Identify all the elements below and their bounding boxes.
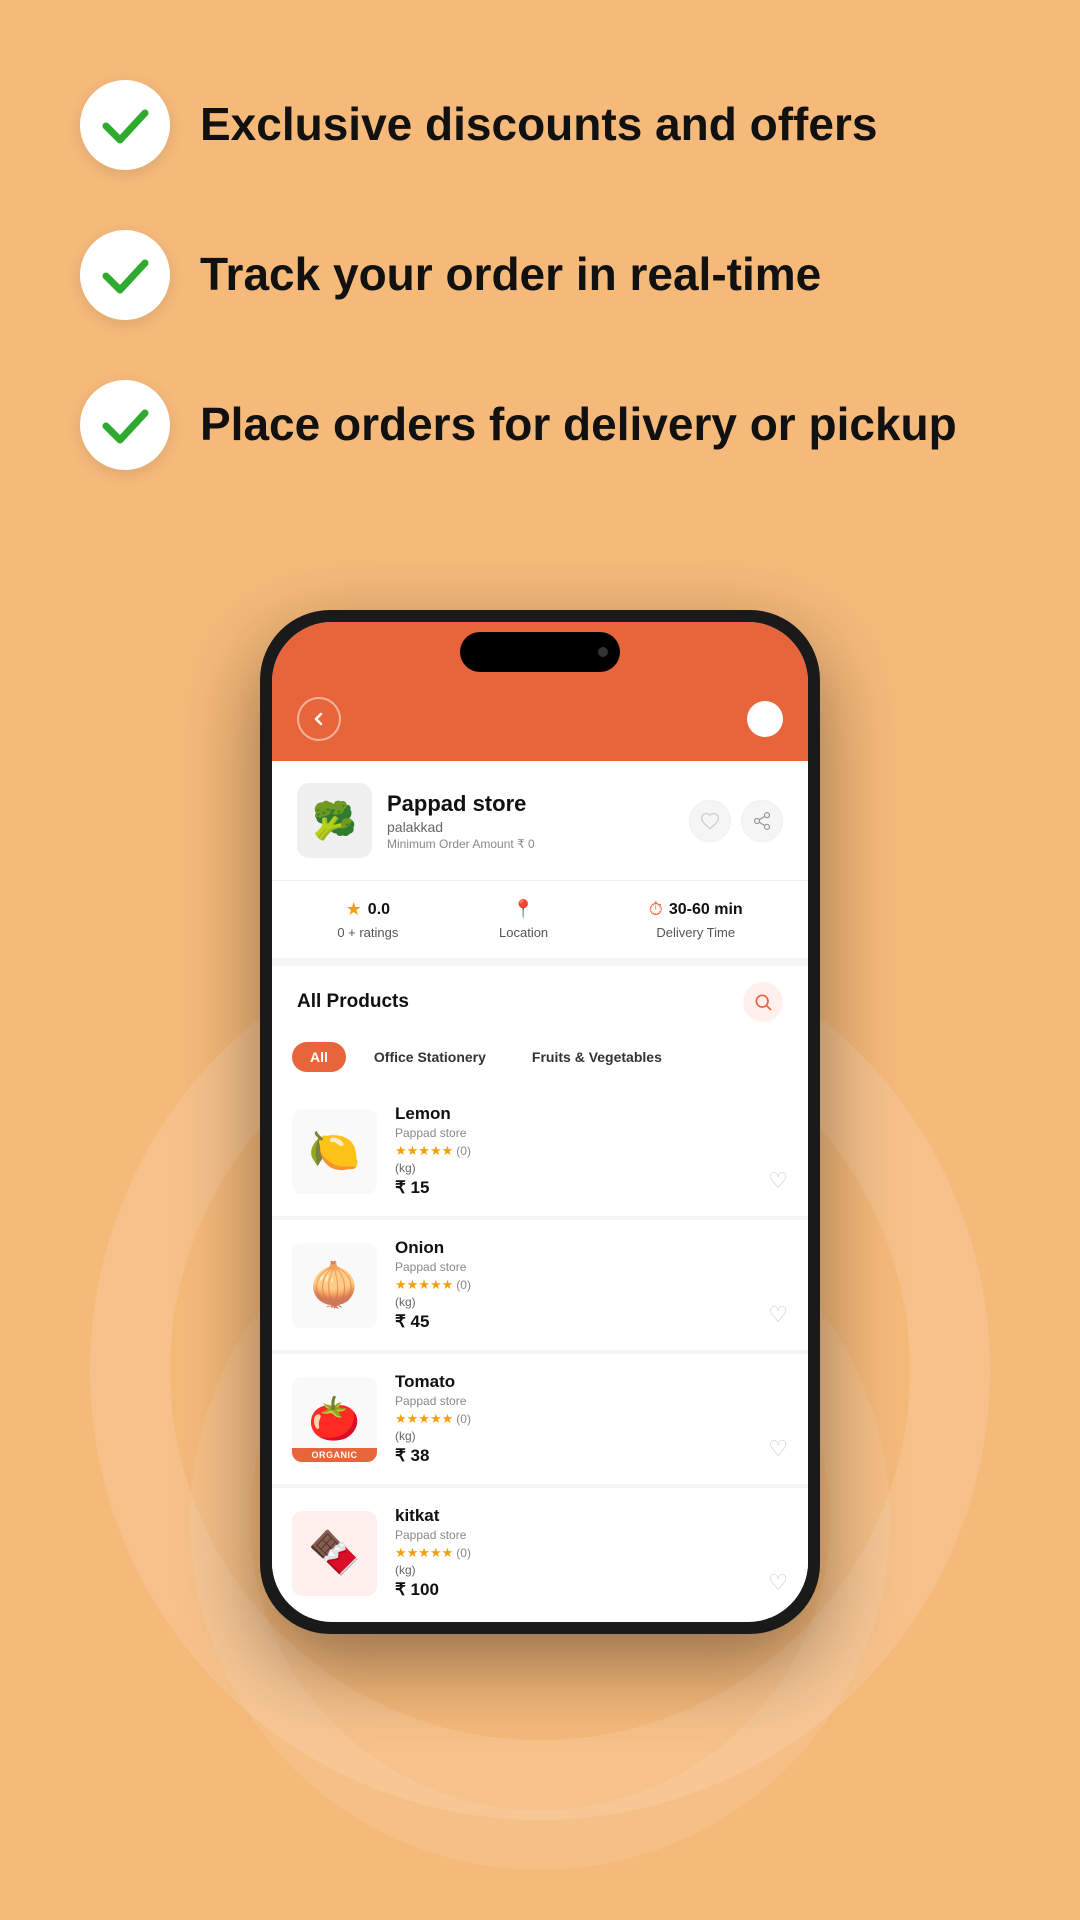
product-stars-kitkat: ★★★★★ (0) (395, 1545, 788, 1561)
checkmark-circle-2 (80, 230, 170, 320)
stars-kitkat: ★★★★★ (395, 1545, 453, 1561)
header-profile (747, 701, 783, 737)
product-item-lemon[interactable]: 🍋 Lemon Pappad store ★★★★★ (0) (kg) ₹ 15… (272, 1086, 808, 1216)
timer-icon: ⏱ (649, 899, 663, 920)
delivery-time-value: 30-60 min (669, 901, 743, 919)
status-bar (272, 622, 808, 682)
product-store-lemon: Pappad store (395, 1126, 788, 1140)
location-icon-row: 📍 (512, 899, 534, 920)
star-icon: ★ (346, 899, 362, 920)
rating-stat: ★ 0.0 0 + ratings (337, 899, 398, 940)
product-store-kitkat: Pappad store (395, 1528, 788, 1542)
product-list: 🍋 Lemon Pappad store ★★★★★ (0) (kg) ₹ 15… (272, 1086, 808, 1618)
product-stars-onion: ★★★★★ (0) (395, 1277, 788, 1293)
product-stars-tomato: ★★★★★ (0) (395, 1411, 788, 1427)
product-image-tomato: 🍅 ORGANIC (292, 1377, 377, 1462)
location-stat: 📍 Location (499, 899, 548, 940)
favorite-lemon[interactable]: ♡ (768, 1168, 788, 1194)
store-min-order: Minimum Order Amount ₹ 0 (387, 837, 689, 851)
delivery-stat: ⏱ 30-60 min Delivery Time (649, 899, 743, 940)
feature-item-2: Track your order in real-time (80, 230, 1000, 320)
organic-badge: ORGANIC (292, 1448, 377, 1462)
store-details: Pappad store palakkad Minimum Order Amou… (387, 791, 689, 851)
product-name-lemon: Lemon (395, 1104, 788, 1124)
phone-inner: 🥦 Pappad store palakkad Minimum Order Am… (272, 622, 808, 1622)
product-item-kitkat[interactable]: 🍫 kitkat Pappad store ★★★★★ (0) (kg) ₹ 1… (272, 1488, 808, 1618)
location-label: Location (499, 925, 548, 940)
favorite-button[interactable] (689, 800, 731, 842)
product-info-onion: Onion Pappad store ★★★★★ (0) (kg) ₹ 45 (395, 1238, 788, 1332)
product-unit-onion: (kg) (395, 1295, 788, 1309)
rating-icon-row: ★ 0.0 (346, 899, 390, 920)
product-info-kitkat: kitkat Pappad store ★★★★★ (0) (kg) ₹ 100 (395, 1506, 788, 1600)
stars-tomato: ★★★★★ (395, 1411, 453, 1427)
product-store-onion: Pappad store (395, 1260, 788, 1274)
app-header (272, 682, 808, 761)
product-info-tomato: Tomato Pappad store ★★★★★ (0) (kg) ₹ 38 (395, 1372, 788, 1466)
stars-count-lemon: (0) (456, 1144, 471, 1158)
feature-text-1: Exclusive discounts and offers (200, 97, 877, 152)
store-info: 🥦 Pappad store palakkad Minimum Order Am… (272, 761, 808, 880)
favorite-tomato[interactable]: ♡ (768, 1436, 788, 1462)
stars-count-onion: (0) (456, 1278, 471, 1292)
products-title: All Products (297, 991, 409, 1013)
feature-text-2: Track your order in real-time (200, 247, 821, 302)
location-icon: 📍 (512, 899, 534, 920)
product-price-kitkat: ₹ 100 (395, 1580, 788, 1600)
product-image-onion: 🧅 (292, 1243, 377, 1328)
product-name-kitkat: kitkat (395, 1506, 788, 1526)
checkmark-icon-2 (98, 248, 153, 303)
phone-mockup: 🥦 Pappad store palakkad Minimum Order Am… (260, 610, 820, 1634)
product-stars-lemon: ★★★★★ (0) (395, 1143, 788, 1159)
delivery-label: Delivery Time (656, 925, 735, 940)
stars-count-kitkat: (0) (456, 1546, 471, 1560)
product-unit-kitkat: (kg) (395, 1563, 788, 1577)
category-tab-stationery[interactable]: Office Stationery (356, 1042, 504, 1072)
search-button[interactable] (743, 982, 783, 1022)
product-image-kitkat: 🍫 (292, 1511, 377, 1596)
dynamic-island (460, 632, 620, 672)
checkmark-icon-3 (98, 398, 153, 453)
back-button[interactable] (297, 697, 341, 741)
feature-item-3: Place orders for delivery or pickup (80, 380, 1000, 470)
store-actions (689, 800, 783, 842)
checkmark-circle-1 (80, 80, 170, 170)
product-store-tomato: Pappad store (395, 1394, 788, 1408)
feature-item-1: Exclusive discounts and offers (80, 80, 1000, 170)
product-price-tomato: ₹ 38 (395, 1446, 788, 1466)
stars-lemon: ★★★★★ (395, 1143, 453, 1159)
product-unit-tomato: (kg) (395, 1429, 788, 1443)
store-location-text: palakkad (387, 819, 689, 835)
category-tabs: All Office Stationery Fruits & Vegetable… (272, 1032, 808, 1086)
products-header: All Products (272, 958, 808, 1032)
features-section: Exclusive discounts and offers Track you… (0, 0, 1080, 590)
product-price-lemon: ₹ 15 (395, 1178, 788, 1198)
delivery-icon-row: ⏱ 30-60 min (649, 899, 743, 920)
product-info-lemon: Lemon Pappad store ★★★★★ (0) (kg) ₹ 15 (395, 1104, 788, 1198)
store-name: Pappad store (387, 791, 689, 817)
checkmark-circle-3 (80, 380, 170, 470)
favorite-kitkat[interactable]: ♡ (768, 1570, 788, 1596)
product-item-tomato[interactable]: 🍅 ORGANIC Tomato Pappad store ★★★★★ (0) … (272, 1354, 808, 1484)
product-image-lemon: 🍋 (292, 1109, 377, 1194)
rating-label: 0 + ratings (337, 925, 398, 940)
product-name-tomato: Tomato (395, 1372, 788, 1392)
feature-text-3: Place orders for delivery or pickup (200, 397, 957, 452)
category-tab-fruits[interactable]: Fruits & Vegetables (514, 1042, 680, 1072)
stats-row: ★ 0.0 0 + ratings 📍 Location ⏱ 30-60 min (272, 880, 808, 958)
product-price-onion: ₹ 45 (395, 1312, 788, 1332)
favorite-onion[interactable]: ♡ (768, 1302, 788, 1328)
rating-value: 0.0 (368, 901, 390, 919)
stars-onion: ★★★★★ (395, 1277, 453, 1293)
store-logo: 🥦 (297, 783, 372, 858)
product-name-onion: Onion (395, 1238, 788, 1258)
camera-dot (598, 647, 608, 657)
share-button[interactable] (741, 800, 783, 842)
phone-container: 🥦 Pappad store palakkad Minimum Order Am… (0, 610, 1080, 1634)
checkmark-icon-1 (98, 98, 153, 153)
product-unit-lemon: (kg) (395, 1161, 788, 1175)
stars-count-tomato: (0) (456, 1412, 471, 1426)
category-tab-all[interactable]: All (292, 1042, 346, 1072)
product-item-onion[interactable]: 🧅 Onion Pappad store ★★★★★ (0) (kg) ₹ 45… (272, 1220, 808, 1350)
